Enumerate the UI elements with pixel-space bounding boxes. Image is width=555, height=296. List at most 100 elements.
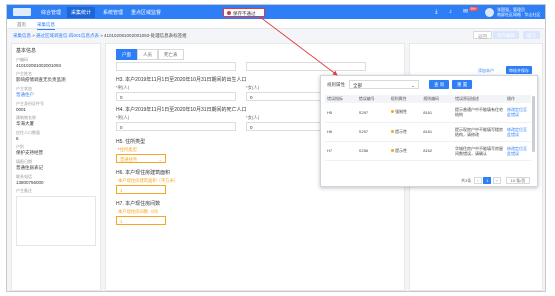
h3-title: H3. 本户2019年11月1日至2020年10月31日期间的出生人口 bbox=[116, 77, 247, 83]
cell-attr: 强制性 bbox=[388, 103, 422, 123]
locate-error-link[interactable]: 修改定位至 此错误 bbox=[505, 122, 531, 142]
submit-button[interactable]: 提交 bbox=[523, 31, 540, 39]
cell-rule: 8162 bbox=[421, 141, 453, 161]
locate-error-link[interactable]: 修改定位至 此错误 bbox=[505, 103, 531, 123]
field-value-link[interactable]: 普通住户 bbox=[16, 92, 96, 98]
col-indicator: 错误指标 bbox=[325, 95, 357, 103]
locate-error-link[interactable]: 修改定位至 此错误 bbox=[505, 141, 531, 161]
cell-desc: 提示普通户中不能填有住宅结构 bbox=[453, 103, 505, 123]
next-page-button[interactable]: › bbox=[492, 177, 501, 184]
status-dot-icon bbox=[390, 148, 394, 152]
col-desc: 错误原因描述 bbox=[453, 95, 505, 103]
rule-attr-select[interactable]: 全部 ⌄ bbox=[349, 80, 419, 89]
nav-item-collection[interactable]: 采集统计 bbox=[67, 7, 96, 18]
h4-female-label: *女(人) bbox=[246, 115, 260, 120]
h3-female-label: *女(人) bbox=[246, 85, 260, 90]
alert-text: 保存不通过 bbox=[233, 10, 256, 16]
h6-label: 本户现住房建筑面积（平方米） bbox=[118, 178, 179, 183]
cell-indicator: H7 bbox=[325, 141, 357, 161]
cell-code: S297 bbox=[356, 122, 389, 142]
breadcrumb: 采集信息 » 通过区域调查信-四001信息点表 » 41010208100200… bbox=[13, 33, 187, 39]
h6-title: H6. 本户现住房建筑面积 bbox=[116, 170, 171, 176]
cell-code: S297 bbox=[356, 103, 389, 123]
error-icon bbox=[227, 11, 231, 15]
field-value: 410102081002001093 bbox=[16, 63, 62, 68]
field-value: 6 bbox=[16, 136, 19, 141]
nav-item-system[interactable]: 系统管理 bbox=[103, 9, 123, 16]
prev-input-right[interactable] bbox=[246, 62, 366, 71]
table-row: H5 S297 强制性 8161 提示普通户中不能填有住宅结构 修改定位至 此错误 bbox=[325, 103, 531, 123]
download-icon[interactable]: ⤓ bbox=[435, 9, 441, 15]
basic-info-panel: 基本信息 户编码 410102081002001093 户主姓名 影响疫情调查无… bbox=[11, 43, 101, 291]
breadcrumb-link-table[interactable]: 通过区域调查信-四001信息点表 bbox=[36, 33, 99, 38]
validation-alert[interactable]: 保存不通过 bbox=[223, 8, 265, 17]
cell-rule: 8161 bbox=[421, 103, 453, 123]
field-value: 影响疫情调查无负责监测 bbox=[16, 77, 66, 82]
bell-icon[interactable]: ♪ bbox=[449, 9, 455, 15]
cell-code: S256 bbox=[356, 141, 389, 161]
h5-title: H5. 住所类型 bbox=[116, 139, 146, 145]
status-dot-icon bbox=[390, 129, 394, 133]
total-count: 共3条 bbox=[461, 178, 472, 183]
field-value: 13800756000 bbox=[16, 180, 44, 185]
col-attr: 规则属性 bbox=[388, 95, 422, 103]
validation-error-popup: 规则属性 全部 ⌄ 查 询 重 置 错误指标 错误编号 规则属性 规则编码 错误原… bbox=[320, 75, 538, 187]
h5-select[interactable]: 普通住宅 ⌄ bbox=[116, 154, 166, 163]
back-button[interactable]: 返回 bbox=[473, 31, 492, 39]
tab-collection[interactable]: 采集信息 bbox=[37, 22, 55, 30]
tab-home[interactable]: 首页 bbox=[17, 22, 26, 28]
field-value: 保护支持经营 bbox=[16, 150, 43, 155]
field-value: 0001 bbox=[16, 107, 27, 112]
prev-input-left[interactable] bbox=[116, 62, 236, 71]
pagination: 共3条 ‹ 1 › 10 条/页 bbox=[461, 177, 530, 184]
page-1-button[interactable]: 1 bbox=[483, 177, 492, 184]
avatar[interactable] bbox=[485, 7, 494, 17]
h7-title: H7. 本户现住房间数 bbox=[116, 201, 161, 207]
query-button[interactable]: 查 询 bbox=[429, 80, 450, 89]
add-household-link[interactable]: 添加本户 bbox=[478, 68, 494, 74]
nav-item-overview[interactable]: 综合管理 bbox=[41, 9, 61, 16]
error-table: 错误指标 错误编号 规则属性 规则编码 错误原因描述 操作 H5 S297 强制… bbox=[325, 95, 531, 161]
cell-rule: 8161 bbox=[421, 122, 453, 142]
h5-label: *住所类型 bbox=[118, 147, 137, 152]
col-op: 操作 bbox=[505, 95, 531, 103]
tab-persons[interactable]: 人员 bbox=[137, 49, 158, 60]
cell-desc: 提示现房户中不能填写楼房结构，请修改 bbox=[453, 122, 505, 142]
col-rule: 规则编码 bbox=[421, 95, 453, 103]
save-edit-button[interactable]: 保存编辑 bbox=[493, 31, 519, 39]
chevron-down-icon: ⌄ bbox=[158, 156, 162, 162]
panel-title: 基本信息 bbox=[16, 48, 37, 54]
user-info[interactable]: 张国强，管理员 南屏社区网格 · 华山社区 bbox=[497, 7, 541, 17]
rule-attr-value: 全部 bbox=[353, 82, 362, 88]
form-section-tabs: 户面 人员 死亡表 bbox=[116, 49, 184, 60]
tab-deaths[interactable]: 死亡表 bbox=[158, 49, 184, 60]
cell-attr: 提示性 bbox=[388, 122, 422, 142]
h5-select-value: 普通住宅 bbox=[120, 156, 138, 162]
prev-page-button[interactable]: ‹ bbox=[473, 177, 482, 184]
h3-male-input[interactable]: 0 bbox=[116, 92, 236, 101]
h7-input[interactable]: 1 bbox=[116, 216, 166, 225]
breadcrumb-link-collection[interactable]: 采集信息 bbox=[13, 33, 31, 38]
field-label: 户主备注 bbox=[16, 188, 32, 193]
chevron-down-icon: ⌄ bbox=[411, 82, 415, 88]
nav-item-key-area[interactable]: 重点区域监督 bbox=[131, 9, 161, 16]
page-size-select[interactable]: 10 条/页 bbox=[505, 177, 530, 184]
h4-male-input[interactable]: 0 bbox=[116, 122, 236, 131]
h4-male-label: *男(人) bbox=[116, 115, 130, 120]
table-scrollbar[interactable] bbox=[532, 96, 535, 152]
page-tabs: 首页 采集信息 bbox=[7, 19, 545, 30]
h6-input[interactable]: 1 bbox=[116, 185, 166, 194]
cell-desc: 华城住房户中不能填写房屋间数错误，请确认 bbox=[453, 141, 505, 161]
message-icon[interactable]: ✉ bbox=[463, 9, 469, 15]
breadcrumb-current: » 410102081002001093-处理信息表标签组 bbox=[99, 33, 187, 38]
audit-save-button[interactable]: 审核并保存 bbox=[506, 66, 532, 74]
reset-button[interactable]: 重 置 bbox=[452, 80, 473, 89]
h7-label: 本户现住房间数（间） bbox=[118, 209, 161, 214]
h4-title: H4. 本户2019年11月1日至2020年10月31日期间的死亡人口 bbox=[116, 107, 247, 113]
user-org: 南屏社区网格 · 华山社区 bbox=[497, 12, 541, 17]
table-row: H7 S256 提示性 8162 华城住房户中不能填写房屋间数错误，请确认 修改… bbox=[325, 141, 531, 161]
tab-household[interactable]: 户面 bbox=[116, 49, 137, 60]
cell-attr: 提示性 bbox=[388, 141, 422, 161]
remark-textarea[interactable] bbox=[16, 196, 96, 246]
app-logo bbox=[13, 8, 31, 16]
